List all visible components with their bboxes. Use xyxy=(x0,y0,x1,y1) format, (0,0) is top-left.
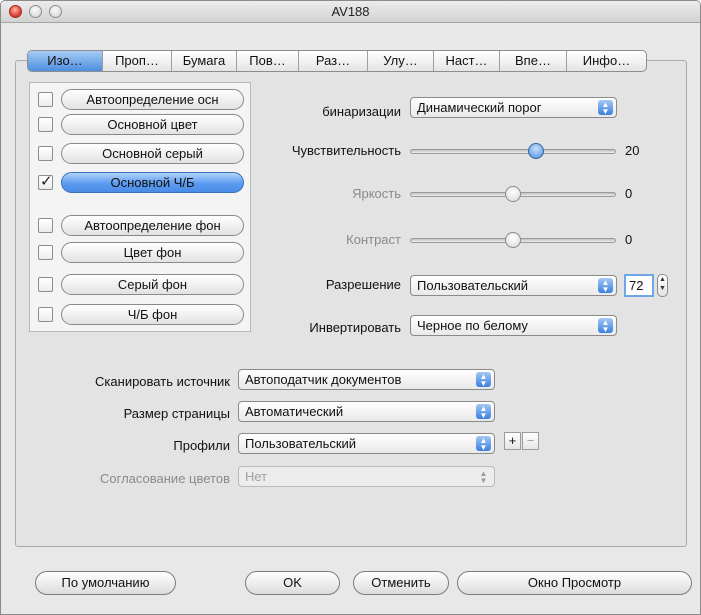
updown-arrows-icon: ▲ ▼ xyxy=(598,318,613,334)
invert-select[interactable]: Черное по белому ▲ ▼ xyxy=(410,315,617,336)
main-bw-button[interactable]: Основной Ч/Б xyxy=(61,172,244,193)
sensitivity-slider[interactable] xyxy=(410,149,616,154)
brightness-label: Яркость xyxy=(352,186,401,201)
updown-arrows-icon: ▲ ▼ xyxy=(598,278,613,294)
tab-settings[interactable]: Наст… xyxy=(433,51,499,71)
tab-imprinter[interactable]: Впе… xyxy=(499,51,566,71)
scanner-window: AV188 Изо… Проп… Бумага Пов… Раз… Улу… Н… xyxy=(0,0,701,615)
ok-button[interactable]: OK xyxy=(245,571,340,595)
tab-image[interactable]: Изо… xyxy=(28,51,102,71)
back-gray-button[interactable]: Серый фон xyxy=(61,274,244,295)
sensitivity-slider-knob[interactable] xyxy=(527,143,544,159)
scan-source-label: Сканировать источник xyxy=(95,374,230,389)
profiles-label: Профили xyxy=(173,438,230,453)
back-bw-button[interactable]: Ч/Б фон xyxy=(61,304,244,325)
color-matching-value: Нет xyxy=(245,469,268,484)
contrast-value: 0 xyxy=(625,232,633,247)
updown-arrows-icon: ▲ ▼ xyxy=(476,404,491,420)
color-matching-select: Нет ▲ ▼ xyxy=(238,466,495,487)
page-size-select[interactable]: Автоматический ▲ ▼ xyxy=(238,401,495,422)
tab-bar: Изо… Проп… Бумага Пов… Раз… Улу… Наст… В… xyxy=(27,50,647,72)
back-color-checkbox[interactable] xyxy=(38,245,53,260)
add-profile-button[interactable]: + xyxy=(504,432,521,450)
window-title: AV188 xyxy=(331,4,370,19)
contrast-label: Контраст xyxy=(346,232,401,247)
main-gray-checkbox[interactable] xyxy=(38,146,53,161)
back-color-button[interactable]: Цвет фон xyxy=(61,242,244,263)
invert-label: Инвертировать xyxy=(309,320,401,335)
tab-paper[interactable]: Бумага xyxy=(171,51,236,71)
scan-source-value: Автоподатчик документов xyxy=(245,372,402,387)
updown-arrows-icon: ▲ ▼ xyxy=(476,436,491,452)
main-color-button[interactable]: Основной цвет xyxy=(61,114,244,135)
tab-separation[interactable]: Раз… xyxy=(298,51,367,71)
image-type-list: Автоопределение осн Основной цвет Основн… xyxy=(29,82,251,332)
resolution-number-field[interactable]: 72 xyxy=(624,274,654,297)
invert-value: Черное по белому xyxy=(417,318,528,333)
tab-enhancement[interactable]: Улу… xyxy=(367,51,433,71)
auto-detect-back-button[interactable]: Автоопределение фон xyxy=(61,215,244,236)
profiles-select[interactable]: Пользовательский ▲ ▼ xyxy=(238,433,495,454)
page-size-value: Автоматический xyxy=(245,404,344,419)
resolution-label: Разрешение xyxy=(325,277,401,292)
auto-detect-main-button[interactable]: Автоопределение осн xyxy=(61,89,244,110)
resolution-value: Пользовательский xyxy=(417,278,529,293)
binarization-select[interactable]: Динамический порог ▲ ▼ xyxy=(410,97,617,118)
page-size-label: Размер страницы xyxy=(123,406,230,421)
brightness-value: 0 xyxy=(625,186,633,201)
auto-detect-back-checkbox[interactable] xyxy=(38,218,53,233)
tab-info[interactable]: Инфо… xyxy=(566,51,646,71)
binarization-label: бинаризации xyxy=(322,104,401,119)
remove-profile-button[interactable]: − xyxy=(522,432,539,450)
main-gray-button[interactable]: Основной серый xyxy=(61,143,244,164)
profiles-value: Пользовательский xyxy=(245,436,357,451)
main-bw-checkbox[interactable]: ✓ xyxy=(38,172,53,190)
updown-arrows-icon: ▲ ▼ xyxy=(476,372,491,388)
defaults-button[interactable]: По умолчанию xyxy=(35,571,176,595)
tab-rotation[interactable]: Пов… xyxy=(236,51,298,71)
color-matching-label: Согласование цветов xyxy=(100,471,230,486)
tab-properties[interactable]: Проп… xyxy=(102,51,171,71)
back-gray-checkbox[interactable] xyxy=(38,277,53,292)
resolution-stepper[interactable]: ▲ ▼ xyxy=(657,274,668,297)
checkmark-icon: ✓ xyxy=(40,172,53,190)
auto-detect-main-checkbox[interactable] xyxy=(38,92,53,107)
contrast-slider-knob xyxy=(505,232,521,248)
preview-button[interactable]: Окно Просмотр xyxy=(457,571,692,595)
sensitivity-value: 20 xyxy=(625,143,640,158)
title-bar: AV188 xyxy=(1,1,700,23)
updown-arrows-icon: ▲ ▼ xyxy=(598,100,613,116)
updown-arrows-icon: ▲ ▼ xyxy=(479,469,488,485)
binarization-value: Динамический порог xyxy=(417,100,542,115)
back-bw-checkbox[interactable] xyxy=(38,307,53,322)
resolution-select[interactable]: Пользовательский ▲ ▼ xyxy=(410,275,617,296)
brightness-slider-knob xyxy=(505,186,521,202)
main-color-checkbox[interactable] xyxy=(38,117,53,132)
scan-source-select[interactable]: Автоподатчик документов ▲ ▼ xyxy=(238,369,495,390)
cancel-button[interactable]: Отменить xyxy=(353,571,449,595)
sensitivity-label: Чувствительность xyxy=(291,143,401,158)
